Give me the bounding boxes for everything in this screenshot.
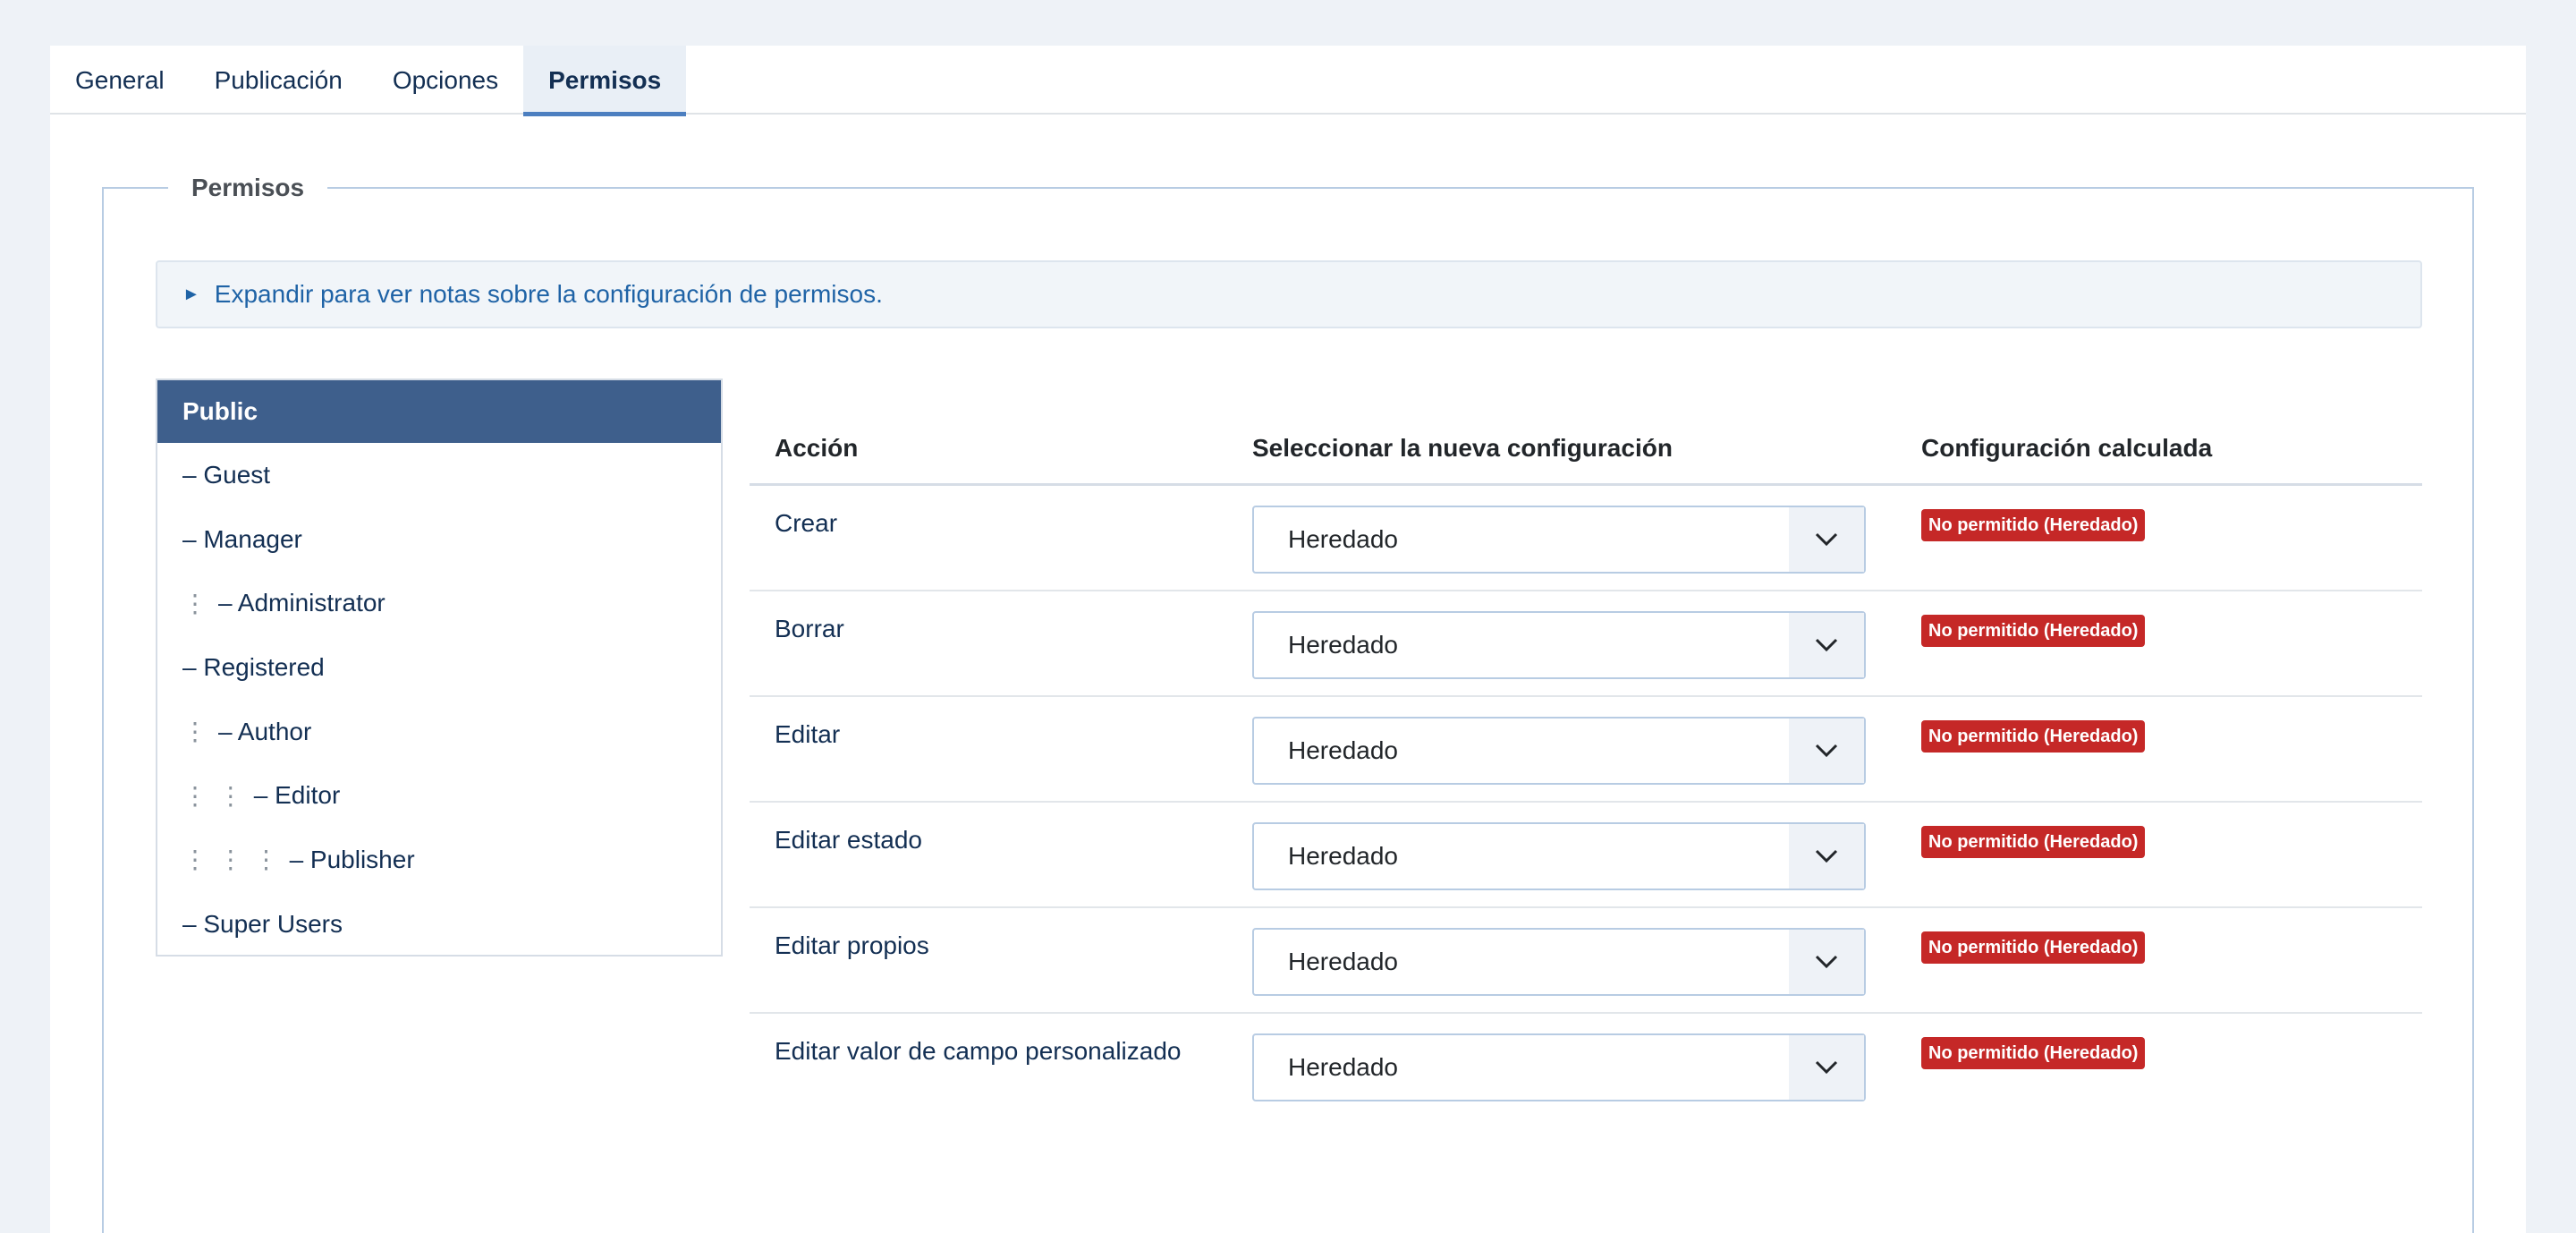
group-label: – Administrator [218,589,386,617]
user-group-list: Public – Guest – Manager ⋮ – Administrat… [156,378,723,957]
status-badge: No permitido (Heredado) [1921,615,2146,647]
article-edit-card: General Publicación Opciones Permisos Pe… [50,46,2526,1233]
header-new-setting: Seleccionar la nueva configuración [1252,433,1673,462]
table-row: Editar valor de campo personalizado Here… [750,1014,2422,1119]
group-label: – Publisher [289,845,415,873]
group-label: – Super Users [182,909,343,938]
tab-publication[interactable]: Publicación [190,46,368,115]
action-label: Editar valor de campo personalizado [775,1037,1182,1065]
notes-toggle-label: Expandir para ver notas sobre la configu… [214,280,883,308]
status-badge: No permitido (Heredado) [1921,1037,2146,1069]
tab-options[interactable]: Opciones [368,46,523,115]
status-badge: No permitido (Heredado) [1921,509,2146,541]
permission-select[interactable]: Heredado [1252,506,1866,574]
action-label: Editar propios [775,931,929,959]
permission-select[interactable]: Heredado [1252,717,1866,785]
group-item-administrator[interactable]: ⋮ – Administrator [157,571,721,635]
permission-select[interactable]: Heredado [1252,611,1866,679]
permission-select[interactable]: Heredado [1252,1033,1866,1101]
permission-select[interactable]: Heredado [1252,822,1866,890]
table-row: Crear Heredado No permitido (Heredado) [750,486,2422,591]
group-item-guest[interactable]: – Guest [157,443,721,507]
chevron-down-icon [1789,613,1864,677]
chevron-down-icon [1789,719,1864,783]
group-label: – Manager [182,524,302,553]
group-item-public[interactable]: Public [157,380,721,443]
permission-select[interactable]: Heredado [1252,928,1866,996]
chevron-down-icon [1789,824,1864,889]
chevron-down-icon [1789,930,1864,994]
table-header: Acción Seleccionar la nueva configuració… [750,412,2422,486]
select-value: Heredado [1288,842,1398,870]
tree-indent-icon: ⋮ [182,718,209,746]
action-label: Editar estado [775,826,922,854]
group-label: – Registered [182,652,325,681]
tree-indent-icon: ⋮ [182,589,209,617]
chevron-down-icon [1789,1035,1864,1100]
tab-permissions[interactable]: Permisos [523,46,687,116]
tab-general[interactable]: General [50,46,190,115]
action-label: Editar [775,720,841,748]
select-value: Heredado [1288,1053,1398,1081]
status-badge: No permitido (Heredado) [1921,720,2146,753]
group-item-author[interactable]: ⋮ – Author [157,700,721,764]
table-row: Editar estado Heredado No permitido (Her… [750,803,2422,908]
group-label: Public [182,397,258,425]
table-row: Editar Heredado No permitido (Heredado) [750,697,2422,803]
group-item-editor[interactable]: ⋮ ⋮ – Editor [157,763,721,828]
table-row: Borrar Heredado No permitido (Heredado) [750,591,2422,697]
status-badge: No permitido (Heredado) [1921,826,2146,858]
group-label: – Author [218,717,312,745]
header-action: Acción [775,433,859,462]
select-value: Heredado [1288,736,1398,764]
group-item-registered[interactable]: – Registered [157,635,721,700]
permissions-table: Acción Seleccionar la nueva configuració… [750,412,2422,1119]
select-value: Heredado [1288,631,1398,659]
table-row: Editar propios Heredado No permitido (He… [750,908,2422,1014]
select-value: Heredado [1288,948,1398,975]
permission-notes-toggle[interactable]: ► Expandir para ver notas sobre la confi… [156,260,2422,328]
group-label: – Editor [253,781,341,810]
group-item-manager[interactable]: – Manager [157,507,721,572]
tree-indent-icon: ⋮ ⋮ [182,781,245,810]
chevron-down-icon [1789,507,1864,572]
header-calculated-setting: Configuración calculada [1921,433,2213,462]
permissions-fieldset: Permisos ► Expandir para ver notas sobre… [102,171,2474,1233]
expand-triangle-icon: ► [182,284,200,304]
group-item-super-users[interactable]: – Super Users [157,892,721,957]
group-item-publisher[interactable]: ⋮ ⋮ ⋮ – Publisher [157,828,721,892]
group-label: – Guest [182,460,271,489]
action-label: Crear [775,509,838,537]
status-badge: No permitido (Heredado) [1921,931,2146,964]
tab-bar: General Publicación Opciones Permisos [50,46,2526,116]
tree-indent-icon: ⋮ ⋮ ⋮ [182,846,281,874]
select-value: Heredado [1288,525,1398,553]
fieldset-legend: Permisos [168,171,328,205]
action-label: Borrar [775,615,844,642]
